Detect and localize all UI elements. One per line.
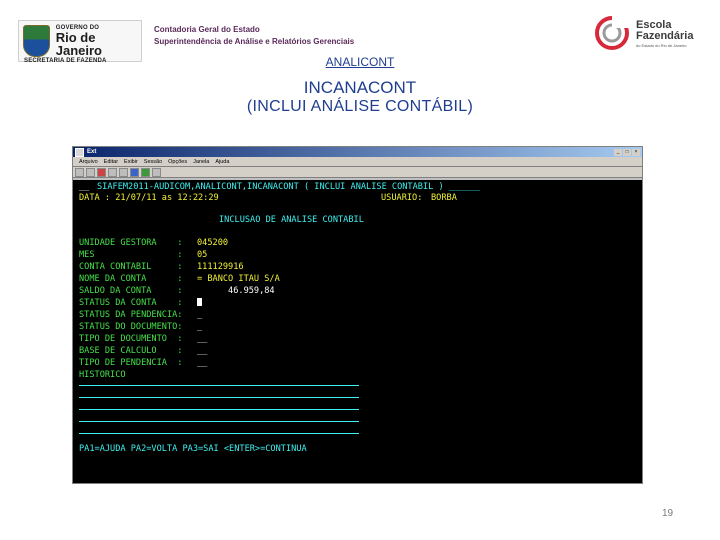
minimize-icon[interactable]: _	[614, 148, 622, 156]
paste-icon[interactable]	[119, 167, 128, 177]
toolbar	[73, 167, 642, 178]
escola-title-3: do Estado do Rio de Janeiro	[636, 43, 687, 48]
status-conta-input[interactable]	[197, 298, 202, 308]
screen-title: INCLUSAO DE ANALISE CONTABIL	[219, 215, 364, 225]
new-session-icon[interactable]	[75, 167, 84, 177]
field-label-conta: CONTA CONTABIL :	[79, 262, 183, 272]
historico-line-5[interactable]	[79, 433, 359, 434]
terminal-screen[interactable]: __ SIAFEM2011-AUDICOM,ANALICONT,INCANACO…	[73, 180, 642, 483]
field-value-conta: 111129916	[197, 262, 244, 272]
close-icon[interactable]: ×	[632, 148, 640, 156]
settings-icon[interactable]	[152, 167, 161, 177]
menu-exibir[interactable]: Exibir	[124, 159, 138, 165]
text-cursor	[197, 298, 202, 306]
menu-opcoes[interactable]: Opções	[168, 159, 187, 165]
historico-line-1[interactable]	[79, 385, 359, 386]
gov-logo-text: GOVERNO DO Rio de Janeiro	[56, 25, 141, 57]
field-label-saldo: SALDO DA CONTA :	[79, 286, 183, 296]
field-value-mes: 05	[197, 250, 208, 260]
disconnect-icon[interactable]	[97, 167, 106, 177]
open-icon[interactable]	[86, 167, 95, 177]
field-value-ug: 045200	[197, 238, 229, 248]
app-icon	[75, 147, 84, 157]
escola-fazendaria-logo: Escola Fazendária do Estado do Rio de Ja…	[594, 16, 704, 50]
slide-title: INCANACONT	[303, 78, 417, 97]
field-label-ug: UNIDADE GESTORA :	[79, 238, 183, 248]
header-lines: Contadoria Geral do Estado Superintendên…	[154, 24, 354, 48]
slide-subtitle: (INCLUI ANÁLISE CONTÁBIL)	[246, 98, 474, 115]
menu-ajuda[interactable]: Ajuda	[215, 159, 229, 165]
escola-title-2: Fazendária	[636, 30, 694, 42]
field-label-nome: NOME DA CONTA :	[79, 274, 183, 284]
field-label-tipo-pendencia: TIPO DE PENDENCIA :	[79, 358, 183, 368]
usuario-value: BORBA	[431, 193, 457, 203]
menu-arquivo[interactable]: Arquivo	[79, 159, 98, 165]
maximize-icon[interactable]: □	[623, 148, 631, 156]
copy-icon[interactable]	[108, 167, 117, 177]
tipo-pendencia-input[interactable]: __	[197, 358, 207, 368]
field-label-mes: MES :	[79, 250, 183, 260]
historico-label: HISTORICO	[79, 370, 126, 380]
menubar: Arquivo Editar Exibir Sessão Opções Jane…	[73, 157, 642, 167]
window-title: Ext	[87, 149, 97, 155]
window-titlebar[interactable]: Ext _ □ ×	[73, 147, 642, 157]
field-label-status-documento: STATUS DO DOCUMENTO:	[79, 322, 183, 332]
base-calculo-input[interactable]: __	[197, 346, 207, 356]
tipo-documento-input[interactable]: __	[197, 334, 207, 344]
window-controls: _ □ ×	[614, 148, 640, 156]
analicont-link[interactable]: ANALICONT	[0, 55, 720, 69]
header-line-2: Superintendência de Análise e Relatórios…	[154, 37, 355, 46]
usuario-label: USUARIO:	[381, 193, 423, 203]
menu-janela[interactable]: Janela	[193, 159, 209, 165]
header-prefix: __	[79, 182, 90, 192]
historico-line-4[interactable]	[79, 421, 359, 422]
escola-swirl-icon	[595, 16, 630, 50]
page-number: 19	[662, 508, 674, 519]
field-value-saldo: 46.959,84	[197, 286, 275, 296]
header-line-1: Contadoria Geral do Estado	[154, 25, 260, 34]
terminal-header: SIAFEM2011-AUDICOM,ANALICONT,INCANACONT …	[97, 182, 480, 192]
gov-big-text: Rio de Janeiro	[55, 30, 102, 58]
field-value-nome: = BANCO ITAU S/A	[197, 274, 280, 284]
status-pendencia-input[interactable]: _	[197, 310, 202, 320]
field-label-tipo-documento: TIPO DE DOCUMENTO :	[79, 334, 183, 344]
field-label-status-pendencia: STATUS DA PENDENCIA:	[79, 310, 183, 320]
historico-line-2[interactable]	[79, 397, 359, 398]
field-label-base-calculo: BASE DE CALCULO :	[79, 346, 183, 356]
terminal-window: Ext _ □ × Arquivo Editar Exibir Sessão O…	[72, 146, 643, 484]
print-icon[interactable]	[130, 167, 139, 177]
field-label-status-conta: STATUS DA CONTA :	[79, 298, 183, 308]
status-documento-input[interactable]: _	[197, 322, 202, 332]
menu-editar[interactable]: Editar	[104, 159, 118, 165]
rj-crest-icon	[23, 25, 50, 57]
macro-icon[interactable]	[141, 167, 150, 177]
function-keys: PA1=AJUDA PA2=VOLTA PA3=SAI <ENTER>=CONT…	[79, 444, 307, 454]
menu-sessao[interactable]: Sessão	[144, 159, 162, 165]
historico-line-3[interactable]	[79, 409, 359, 410]
data-timestamp: DATA : 21/07/11 as 12:22:29	[79, 193, 219, 203]
